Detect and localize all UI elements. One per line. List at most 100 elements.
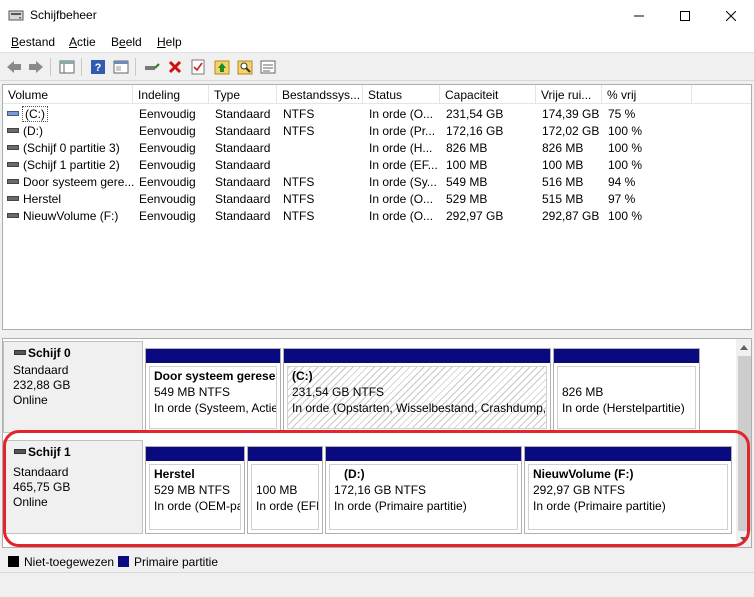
- volume-list[interactable]: Volume Indeling Type Bestandssys... Stat…: [2, 84, 752, 330]
- cell-indeling: Eenvoudig: [139, 175, 196, 189]
- disk-icon: [14, 449, 26, 454]
- partition-label: Door systeem gereser: [154, 369, 277, 383]
- cell-status: In orde (Sy...: [369, 175, 437, 189]
- partition-system-reserved[interactable]: Door systeem gereser 549 MB NTFS In orde…: [145, 348, 281, 433]
- table-row[interactable]: (Schijf 0 partitie 3) Eenvoudig Standaard I…: [3, 139, 751, 156]
- menu-bestand[interactable]: Bestand: [11, 35, 55, 49]
- partition-bar: [326, 447, 521, 461]
- connect-button[interactable]: [143, 58, 161, 76]
- partition-label: (C:): [292, 369, 313, 383]
- table-row[interactable]: (D:) Eenvoudig Standaard NTFS In orde (Pr...…: [3, 122, 751, 139]
- disk-0-header[interactable]: Schijf 0 Standaard 232,88 GB Online: [3, 341, 143, 433]
- partition-body: 826 MB In orde (Herstelpartitie): [557, 366, 696, 429]
- partition-body: (D:) 172,16 GB NTFS In orde (Primaire pa…: [329, 464, 518, 530]
- partition-d[interactable]: (D:) 172,16 GB NTFS In orde (Primaire pa…: [325, 446, 522, 534]
- cell-fs: NTFS: [283, 175, 315, 189]
- column-header-type[interactable]: Type: [209, 85, 277, 104]
- minimize-button[interactable]: [616, 0, 662, 31]
- cell-type: Standaard: [215, 124, 271, 138]
- cell-indeling: Eenvoudig: [139, 192, 196, 206]
- cell-indeling: Eenvoudig: [139, 124, 196, 138]
- partition-status: In orde (Herstelpartitie): [562, 401, 685, 415]
- cell-free: 100 MB: [542, 158, 584, 172]
- partition-body: 100 MB In orde (EFI: [251, 464, 319, 530]
- scroll-down-icon[interactable]: [740, 537, 748, 542]
- cell-volume: (D:): [23, 124, 43, 138]
- legend-swatch-unallocated: [8, 556, 19, 567]
- table-row[interactable]: Door systeem gere... Eenvoudig Standaard NT…: [3, 173, 751, 190]
- column-header-bestandssysteem[interactable]: Bestandssys...: [277, 85, 363, 104]
- menu-bar: Bestand Actie Beeld Help: [0, 31, 754, 53]
- cell-volume: NieuwVolume (F:): [23, 209, 119, 223]
- list-view-button[interactable]: [259, 58, 277, 76]
- delete-button[interactable]: [166, 58, 184, 76]
- column-header-indeling[interactable]: Indeling: [133, 85, 209, 104]
- connect-icon: [145, 63, 160, 70]
- vertical-scrollbar[interactable]: [736, 339, 751, 547]
- volume-drive-icon: [7, 127, 19, 135]
- partition-label: NieuwVolume (F:): [533, 467, 634, 481]
- menu-actie[interactable]: Actie: [69, 35, 96, 49]
- cell-status: In orde (O...: [369, 192, 434, 206]
- menu-beeld[interactable]: Beeld: [111, 35, 142, 49]
- volume-drive-icon: [7, 178, 19, 186]
- disk-size: 232,88 GB: [13, 378, 71, 392]
- column-header-volume[interactable]: Volume: [3, 85, 133, 104]
- checklist-button[interactable]: [189, 58, 207, 76]
- toolbar-separator: [50, 58, 51, 76]
- partition-bar: [146, 447, 244, 461]
- disk-kind: Standaard: [13, 363, 69, 377]
- properties-pane-button[interactable]: [58, 58, 76, 76]
- menu-help[interactable]: Help: [157, 35, 182, 49]
- partition-size: 549 MB NTFS: [154, 385, 231, 399]
- partition-status: In orde (Primaire partitie): [533, 499, 666, 513]
- cell-type: Standaard: [215, 209, 271, 223]
- volume-drive-icon: [7, 195, 19, 203]
- column-header-vrije-ruimte[interactable]: Vrije rui...: [536, 85, 602, 104]
- disk-map: Schijf 0 Standaard 232,88 GB Online Door…: [2, 338, 752, 548]
- legend: Niet-toegewezen Primaire partitie: [0, 550, 754, 572]
- forward-button[interactable]: [27, 58, 45, 76]
- partition-body: NieuwVolume (F:) 292,97 GB NTFS In orde …: [528, 464, 728, 530]
- show-hide-pane-button[interactable]: [112, 58, 130, 76]
- partition-herstel[interactable]: Herstel 529 MB NTFS In orde (OEM-pa: [145, 446, 245, 534]
- cell-status: In orde (O...: [369, 209, 434, 223]
- partition-body: Door systeem gereser 549 MB NTFS In orde…: [149, 366, 277, 429]
- search-button[interactable]: [236, 58, 254, 76]
- table-row[interactable]: NieuwVolume (F:) Eenvoudig Standaard NTFS In…: [3, 207, 751, 224]
- table-row[interactable]: (C:) Eenvoudig Standaard NTFS In orde (O... 2…: [3, 105, 751, 122]
- legend-swatch-primary: [118, 556, 129, 567]
- delete-icon: [168, 60, 182, 74]
- scrollbar-thumb[interactable]: [738, 356, 751, 531]
- table-row[interactable]: (Schijf 1 partitie 2) Eenvoudig Standaard I…: [3, 156, 751, 173]
- import-button[interactable]: [213, 58, 231, 76]
- column-header-pct-vrij[interactable]: % vrij: [602, 85, 692, 104]
- partition-label: (D:): [344, 467, 365, 481]
- maximize-button[interactable]: [662, 0, 708, 31]
- back-arrow-icon: [7, 61, 21, 73]
- volume-drive-icon: [7, 212, 19, 220]
- back-button[interactable]: [5, 58, 23, 76]
- help-icon: ?: [91, 60, 105, 74]
- close-button[interactable]: [708, 0, 754, 31]
- partition-recovery-0[interactable]: 826 MB In orde (Herstelpartitie): [553, 348, 700, 433]
- cell-free: 292,87 GB: [542, 209, 600, 223]
- partition-c[interactable]: (C:) 231,54 GB NTFS In orde (Opstarten, …: [283, 348, 551, 433]
- cell-indeling: Eenvoudig: [139, 209, 196, 223]
- column-header-status[interactable]: Status: [363, 85, 440, 104]
- show-hide-pane-icon: [113, 60, 129, 74]
- partition-efi[interactable]: 100 MB In orde (EFI: [247, 446, 323, 534]
- cell-capacity: 172,16 GB: [446, 124, 504, 138]
- scroll-up-icon[interactable]: [740, 345, 748, 350]
- disk-1-header[interactable]: Schijf 1 Standaard 465,75 GB Online: [3, 440, 143, 534]
- table-row[interactable]: Herstel Eenvoudig Standaard NTFS In orde (O.…: [3, 190, 751, 207]
- cell-type: Standaard: [215, 192, 271, 206]
- cell-volume: (C:): [22, 106, 48, 122]
- partition-f[interactable]: NieuwVolume (F:) 292,97 GB NTFS In orde …: [524, 446, 732, 534]
- title-bar: Schijfbeheer: [0, 0, 754, 31]
- column-header-capaciteit[interactable]: Capaciteit: [440, 85, 536, 104]
- help-button[interactable]: ?: [89, 58, 107, 76]
- pane-splitter[interactable]: [0, 330, 754, 338]
- cell-free: 174,39 GB: [542, 107, 600, 121]
- volume-drive-icon: [7, 161, 19, 169]
